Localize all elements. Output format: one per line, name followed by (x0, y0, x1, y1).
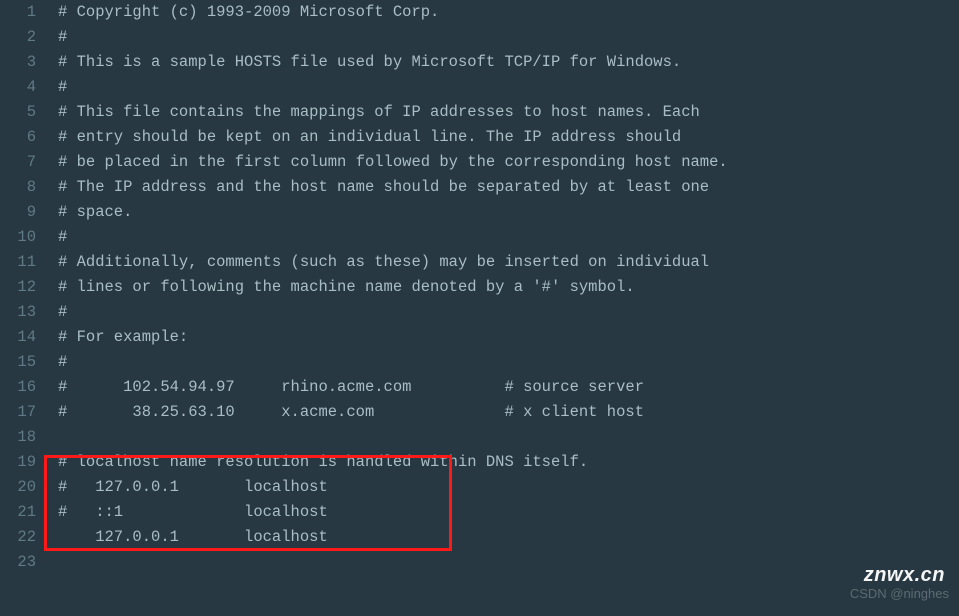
line-number: 15 (8, 350, 36, 375)
code-line[interactable]: # ::1 localhost (58, 500, 959, 525)
line-number: 9 (8, 200, 36, 225)
code-line[interactable]: # 38.25.63.10 x.acme.com # x client host (58, 400, 959, 425)
code-line[interactable]: # (58, 225, 959, 250)
line-number: 20 (8, 475, 36, 500)
line-number: 17 (8, 400, 36, 425)
code-line[interactable] (58, 425, 959, 450)
code-editor[interactable]: 1 2 3 4 5 6 7 8 9 10 11 12 13 14 15 16 1… (0, 0, 959, 616)
line-number: 23 (8, 550, 36, 575)
line-number: 11 (8, 250, 36, 275)
code-line[interactable]: # (58, 300, 959, 325)
code-line[interactable]: # (58, 25, 959, 50)
code-line[interactable]: # 102.54.94.97 rhino.acme.com # source s… (58, 375, 959, 400)
code-line[interactable]: # (58, 350, 959, 375)
line-number: 4 (8, 75, 36, 100)
code-line[interactable]: # localhost name resolution is handled w… (58, 450, 959, 475)
line-number: 1 (8, 0, 36, 25)
code-line[interactable]: # (58, 75, 959, 100)
line-number: 7 (8, 150, 36, 175)
line-number: 13 (8, 300, 36, 325)
line-number: 14 (8, 325, 36, 350)
code-line[interactable]: 127.0.0.1 localhost (58, 525, 959, 550)
line-number: 19 (8, 450, 36, 475)
line-number: 8 (8, 175, 36, 200)
code-line[interactable]: # This is a sample HOSTS file used by Mi… (58, 50, 959, 75)
line-number: 6 (8, 125, 36, 150)
code-line[interactable]: # 127.0.0.1 localhost (58, 475, 959, 500)
line-number: 16 (8, 375, 36, 400)
line-number: 22 (8, 525, 36, 550)
line-number: 10 (8, 225, 36, 250)
code-line[interactable]: # This file contains the mappings of IP … (58, 100, 959, 125)
code-line[interactable]: # space. (58, 200, 959, 225)
code-line[interactable]: # be placed in the first column followed… (58, 150, 959, 175)
line-number-gutter: 1 2 3 4 5 6 7 8 9 10 11 12 13 14 15 16 1… (0, 0, 48, 616)
code-line[interactable] (58, 550, 959, 575)
line-number: 5 (8, 100, 36, 125)
line-number: 12 (8, 275, 36, 300)
code-line[interactable]: # Copyright (c) 1993-2009 Microsoft Corp… (58, 0, 959, 25)
line-number: 3 (8, 50, 36, 75)
line-number: 21 (8, 500, 36, 525)
code-line[interactable]: # Additionally, comments (such as these)… (58, 250, 959, 275)
code-content[interactable]: # Copyright (c) 1993-2009 Microsoft Corp… (48, 0, 959, 616)
code-line[interactable]: # For example: (58, 325, 959, 350)
line-number: 18 (8, 425, 36, 450)
code-line[interactable]: # entry should be kept on an individual … (58, 125, 959, 150)
code-line[interactable]: # lines or following the machine name de… (58, 275, 959, 300)
code-line[interactable]: # The IP address and the host name shoul… (58, 175, 959, 200)
line-number: 2 (8, 25, 36, 50)
watermark-author: CSDN @ninghes (850, 581, 949, 606)
